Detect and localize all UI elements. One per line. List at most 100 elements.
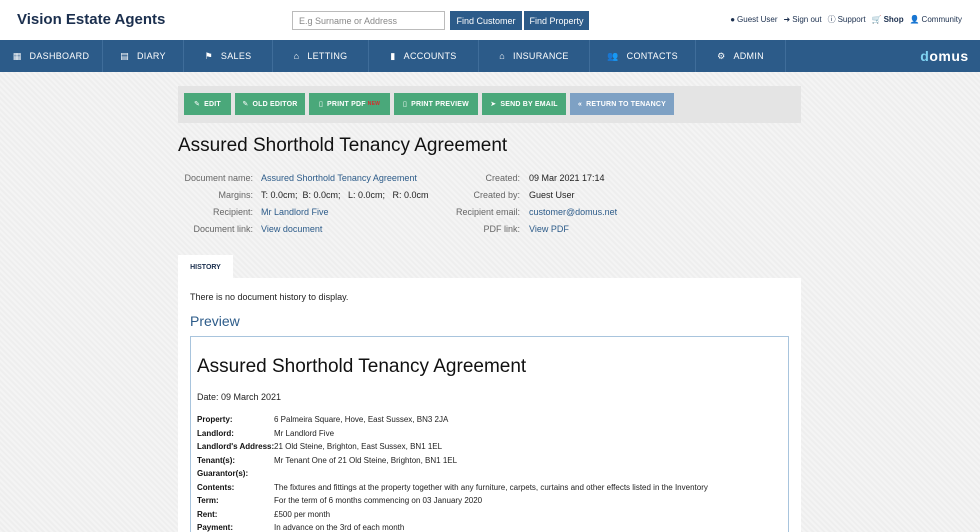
brand-name[interactable]: Vision Estate Agents — [17, 11, 165, 28]
edit-button[interactable]: ✎ EDIT — [184, 93, 231, 115]
community-link[interactable]: 👤 Community — [910, 14, 962, 25]
double-chevron-left-icon: « — [578, 100, 583, 108]
preview-heading: Preview — [190, 313, 240, 329]
support-link[interactable]: ⓘ Support — [828, 14, 866, 25]
nav-dashboard[interactable]: ▦ DASHBOARD — [0, 40, 103, 72]
person-icon: 👤 — [909, 15, 920, 24]
nav-letting[interactable]: ⌂ LETTING — [273, 40, 369, 72]
search-input[interactable] — [292, 11, 445, 30]
margins-value: T: 0.0cm; B: 0.0cm; L: 0.0cm; R: 0.0cm — [261, 190, 429, 200]
guest-user-label: Guest User — [737, 15, 778, 24]
document-preview: Assured Shorthold Tenancy Agreement Date… — [190, 336, 789, 532]
print-preview-button[interactable]: ▯ PRINT PREVIEW — [394, 93, 478, 115]
page-title: Assured Shorthold Tenancy Agreement — [178, 135, 508, 156]
recipient-label: Recipient: — [212, 207, 253, 217]
file-icon: ▯ — [403, 101, 408, 108]
info-icon: ⓘ — [827, 15, 836, 24]
recipient-email-label: Recipient email: — [455, 207, 520, 217]
landlord-address-value: 21 Old Steine, Brighton, East Sussex, BN… — [274, 442, 443, 451]
nav-contacts-label: CONTACTS — [626, 51, 678, 61]
file-icon: ▯ — [318, 101, 324, 108]
nav-insurance[interactable]: ⌂ INSURANCE — [479, 40, 590, 72]
logo-d: d — [920, 48, 930, 64]
history-panel: There is no document history to display.… — [178, 278, 801, 532]
nav-accounts[interactable]: ▮ ACCOUNTS — [369, 40, 479, 72]
contents-label: Contents: — [197, 483, 235, 492]
rent-label: Rent: — [197, 510, 218, 519]
home-icon: ⌂ — [499, 51, 506, 61]
recipient-email-link[interactable]: customer@domus.net — [529, 207, 617, 217]
domus-logo[interactable]: d omus — [909, 40, 980, 72]
property-label: Property: — [197, 415, 233, 424]
document-toolbar: ✎ EDIT ✎ OLD EDITOR ▯ PRINT PDF NEW ▯ PRINT P… — [178, 86, 801, 123]
shop-link[interactable]: 🛒 Shop — [872, 14, 904, 25]
sign-out-link[interactable]: ➜ Sign out — [784, 14, 822, 25]
guest-user-link[interactable]: ● Guest User — [730, 14, 777, 25]
print-preview-label: PRINT PREVIEW — [411, 100, 469, 108]
nav-admin[interactable]: ⚙ ADMIN — [696, 40, 786, 72]
old-editor-button[interactable]: ✎ OLD EDITOR — [235, 93, 305, 115]
document-name-link[interactable]: Assured Shorthold Tenancy Agreement — [261, 173, 417, 183]
nav-letting-label: LETTING — [307, 51, 348, 61]
contents-value: The fixtures and fittings at the propert… — [274, 483, 708, 492]
old-editor-label: OLD EDITOR — [252, 100, 298, 108]
landlord-label: Landlord: — [197, 429, 234, 438]
top-header: Vision Estate Agents Find Customer Find … — [0, 0, 980, 40]
flag-icon: ⚑ — [204, 50, 213, 61]
nav-accounts-label: ACCOUNTS — [403, 51, 457, 61]
sign-out-label: Sign out — [792, 15, 822, 24]
top-links: ● Guest User ➜ Sign out ⓘ Support 🛒 Shop 👤 Co… — [730, 14, 962, 25]
nav-contacts[interactable]: 👥 CONTACTS — [590, 40, 696, 72]
created-by-value: Guest User — [529, 190, 575, 200]
dashboard-icon: ▦ — [12, 50, 22, 61]
main-nav: ▦ DASHBOARD ▤ DIARY ⚑ SALES ⌂ LETTING ▮ ACCOU… — [0, 40, 980, 72]
rent-value: £500 per month — [274, 510, 331, 519]
margins-label: Margins: — [218, 190, 253, 200]
cart-icon: 🛒 — [871, 15, 882, 24]
shop-label: Shop — [883, 15, 904, 24]
logo-rest: omus — [929, 48, 969, 64]
preview-title: Assured Shorthold Tenancy Agreement — [197, 356, 527, 377]
nav-insurance-label: INSURANCE — [513, 51, 569, 61]
new-badge: NEW — [367, 101, 381, 107]
calendar-icon: ▤ — [120, 50, 129, 61]
nav-diary[interactable]: ▤ DIARY — [103, 40, 184, 72]
term-label: Term: — [197, 496, 219, 505]
nav-sales[interactable]: ⚑ SALES — [184, 40, 273, 72]
no-history-message: There is no document history to display. — [190, 292, 349, 302]
sign-out-icon: ➜ — [783, 15, 791, 24]
view-document-link[interactable]: View document — [261, 224, 322, 234]
find-property-button[interactable]: Find Property — [524, 11, 589, 30]
edit-icon: ✎ — [194, 101, 201, 108]
send-by-email-label: SEND BY EMAIL — [500, 100, 558, 108]
property-value: 6 Palmeira Square, Hove, East Sussex, BN… — [274, 415, 449, 424]
tenants-value: Mr Tenant One of 21 Old Steine, Brighton… — [274, 456, 458, 465]
payment-label: Payment: — [197, 523, 234, 532]
landlord-address-label: Landlord's Address: — [197, 442, 275, 451]
created-label: Created: — [485, 173, 520, 183]
document-link-label: Document link: — [193, 224, 253, 234]
return-to-tenancy-button[interactable]: «RETURN TO TENANCY — [570, 93, 674, 115]
print-pdf-button[interactable]: ▯ PRINT PDF NEW — [309, 93, 390, 115]
recipient-link[interactable]: Mr Landlord Five — [261, 207, 329, 217]
support-label: Support — [837, 15, 866, 24]
user-circle-icon: ● — [730, 15, 736, 24]
community-label: Community — [921, 15, 962, 24]
send-by-email-button[interactable]: ➤ SEND BY EMAIL — [482, 93, 566, 115]
home-icon: ⌂ — [293, 51, 300, 61]
view-pdf-link[interactable]: View PDF — [529, 224, 569, 234]
created-value: 09 Mar 2021 17:14 — [529, 173, 605, 183]
users-icon: 👥 — [607, 50, 619, 61]
nav-sales-label: SALES — [220, 51, 252, 61]
print-pdf-label: PRINT PDF — [327, 100, 366, 108]
tenants-label: Tenant(s): — [197, 456, 236, 465]
edit-label: EDIT — [204, 100, 221, 108]
term-value: For the term of 6 months commencing on 0… — [274, 496, 483, 505]
pdf-link-label: PDF link: — [483, 224, 520, 234]
created-by-label: Created by: — [473, 190, 520, 200]
tab-history[interactable]: HISTORY — [178, 255, 233, 279]
payment-value: In advance on the 3rd of each month — [274, 523, 405, 532]
guarantors-label: Guarantor(s): — [197, 469, 249, 478]
find-customer-button[interactable]: Find Customer — [450, 11, 522, 30]
nav-dashboard-label: DASHBOARD — [29, 51, 90, 61]
